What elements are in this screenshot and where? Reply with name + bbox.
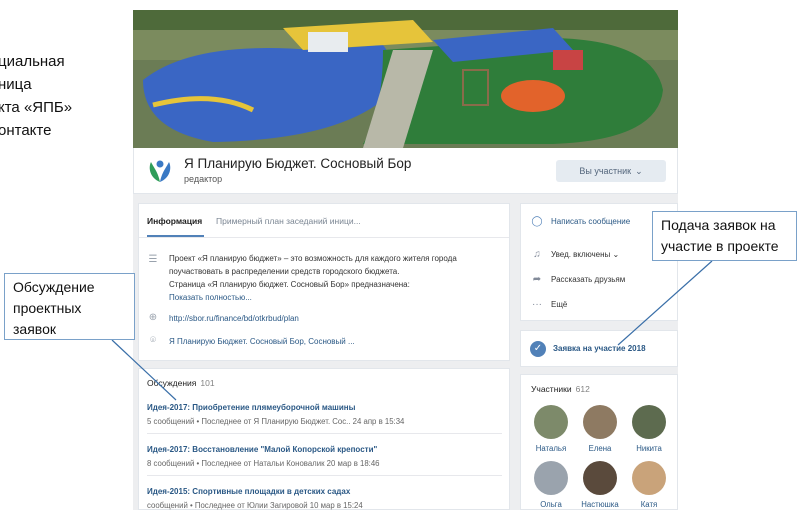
callout-line: проектных bbox=[13, 300, 82, 316]
description-line: поучаствовать в распределении средств го… bbox=[169, 267, 400, 276]
notifications-toggle[interactable]: ♫ Увед. включены ⌄ bbox=[531, 249, 619, 260]
application-link[interactable]: Заявка на участие 2018 bbox=[553, 344, 646, 353]
page-role: редактор bbox=[184, 174, 223, 184]
divider bbox=[147, 433, 502, 434]
application-link-card[interactable]: ✓ Заявка на участие 2018 bbox=[520, 330, 678, 367]
callout-line: Обсуждение bbox=[13, 279, 95, 295]
location-pin-icon: ⌾ bbox=[150, 335, 156, 346]
members-card: Участники 612 Наталья Елена Никита Ольга … bbox=[520, 374, 678, 510]
callout-line: заявок bbox=[13, 321, 56, 337]
info-tabs: Информация Примерный план заседаний иниц… bbox=[139, 204, 509, 238]
share-icon: ➦ bbox=[532, 274, 542, 285]
chevron-down-icon: ⌄ bbox=[635, 165, 643, 176]
member-status-button[interactable]: Вы участник ⌄ bbox=[556, 160, 666, 182]
member-name: Катя bbox=[640, 500, 658, 509]
community-header: Я Планирую Бюджет. Сосновый Бор редактор… bbox=[133, 148, 678, 194]
more-icon: ··· bbox=[532, 299, 542, 310]
info-card: Информация Примерный план заседаний иниц… bbox=[138, 203, 510, 361]
member-item[interactable]: Никита bbox=[627, 405, 671, 453]
slide-caption-line: циальная bbox=[0, 53, 65, 70]
member-item[interactable]: Ольга bbox=[529, 461, 573, 509]
description-line: Проект «Я планирую бюджет» – это возможн… bbox=[169, 254, 457, 263]
member-item[interactable]: Елена bbox=[578, 405, 622, 453]
action-label: Написать сообщение bbox=[551, 217, 631, 226]
discussions-card: Обсуждения 101 Идея-2017: Приобретение пл… bbox=[138, 368, 510, 510]
discussion-topic-meta: 5 сообщений • Последнее от Я Планирую Бю… bbox=[147, 417, 405, 426]
tab-meeting-plan[interactable]: Примерный план заседаний иници... bbox=[216, 216, 361, 226]
message-icon: ◯ bbox=[531, 216, 543, 227]
bell-icon: ♫ bbox=[533, 249, 541, 260]
avatar bbox=[534, 405, 568, 439]
members-count: 612 bbox=[575, 384, 590, 394]
show-more-link[interactable]: Показать полностью... bbox=[169, 291, 252, 304]
discussions-count: 101 bbox=[200, 378, 215, 388]
callout-line: участие в проекте bbox=[661, 238, 779, 254]
cover-photo bbox=[133, 10, 678, 148]
description-icon: ☰ bbox=[148, 254, 158, 265]
action-label: Увед. включены ⌄ bbox=[551, 250, 620, 259]
divider bbox=[147, 475, 502, 476]
discussions-header[interactable]: Обсуждения 101 bbox=[147, 378, 215, 388]
member-name: Наталья bbox=[535, 444, 567, 453]
discussions-title: Обсуждения bbox=[147, 378, 197, 388]
callout-applications: Подача заявок на участие в проекте bbox=[652, 211, 797, 261]
callout-line: Подача заявок на bbox=[661, 217, 776, 233]
address-link[interactable]: Я Планирую Бюджет. Сосновый Бор, Сосновы… bbox=[169, 335, 355, 348]
tab-information[interactable]: Информация bbox=[147, 216, 202, 226]
callout-discussions: Обсуждение проектных заявок bbox=[4, 273, 135, 340]
website-link[interactable]: http://sbor.ru/finance/bd/otkrbud/plan bbox=[169, 312, 299, 325]
member-item[interactable]: Настюшка bbox=[578, 461, 622, 509]
member-name: Елена bbox=[588, 444, 612, 453]
send-message-button[interactable]: ◯ Написать сообщение bbox=[531, 216, 630, 227]
share-button[interactable]: ➦ Рассказать друзьям bbox=[531, 274, 625, 285]
description-line: Страница «Я планирую бюджет. Сосновый Бо… bbox=[169, 280, 410, 289]
slide-caption-line: ница bbox=[0, 76, 32, 93]
discussion-topic-link[interactable]: Идея-2017: Приобретение плямеуборочной м… bbox=[147, 403, 355, 412]
avatar bbox=[583, 405, 617, 439]
action-label: Рассказать друзьям bbox=[551, 275, 626, 284]
members-title: Участники bbox=[531, 384, 572, 394]
discussion-topic-meta: сообщений • Последнее от Юлии Загировой … bbox=[147, 501, 363, 510]
member-name: Настюшка bbox=[581, 500, 619, 509]
globe-icon: ⊕ bbox=[148, 312, 158, 323]
avatar bbox=[632, 405, 666, 439]
avatar bbox=[583, 461, 617, 495]
action-label: Ещё bbox=[551, 300, 568, 309]
community-logo bbox=[146, 156, 174, 184]
discussion-topic-meta: 8 сообщений • Последнее от Натальи Конов… bbox=[147, 459, 380, 468]
discussion-topic-link[interactable]: Идея-2015: Спортивные площадки в детских… bbox=[147, 487, 350, 496]
active-tab-indicator bbox=[147, 235, 204, 237]
more-button[interactable]: ··· Ещё bbox=[531, 299, 567, 310]
slide-caption: циальная ница кта «ЯПБ» онтакте bbox=[0, 50, 118, 142]
member-status-label: Вы участник bbox=[579, 166, 632, 176]
avatar bbox=[632, 461, 666, 495]
member-item[interactable]: Наталья bbox=[529, 405, 573, 453]
avatar bbox=[534, 461, 568, 495]
member-name: Никита bbox=[636, 444, 662, 453]
page-title[interactable]: Я Планирую Бюджет. Сосновый Бор bbox=[184, 156, 411, 171]
members-header[interactable]: Участники 612 bbox=[531, 384, 590, 394]
slide-caption-line: кта «ЯПБ» bbox=[0, 99, 73, 116]
slide-caption-line: онтакте bbox=[0, 122, 52, 139]
member-item[interactable]: Катя bbox=[627, 461, 671, 509]
checkmark-icon: ✓ bbox=[530, 341, 546, 357]
member-name: Ольга bbox=[540, 500, 562, 509]
discussion-topic-link[interactable]: Идея-2017: Восстановление "Малой Копорск… bbox=[147, 445, 377, 454]
